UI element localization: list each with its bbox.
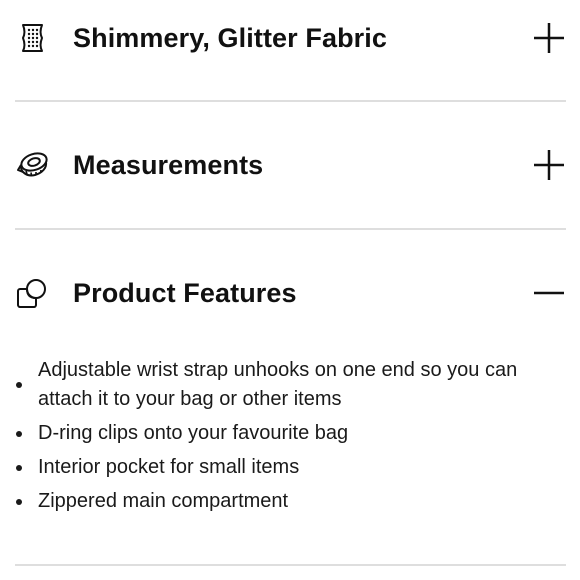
feature-text: Adjustable wrist strap unhooks on one en… <box>38 359 518 410</box>
list-item: Interior pocket for small items <box>15 453 566 482</box>
plus-icon[interactable] <box>532 21 566 55</box>
feature-text: Interior pocket for small items <box>38 456 300 478</box>
accordion-header-fabric[interactable]: Shimmery, Glitter Fabric <box>15 0 566 76</box>
measuring-tape-icon <box>15 147 51 183</box>
bullet-icon <box>16 498 22 505</box>
list-item: D-ring clips onto your favourite bag <box>15 419 566 448</box>
accordion-title-fabric: Shimmery, Glitter Fabric <box>73 22 387 53</box>
bullet-icon <box>16 430 22 437</box>
product-features-list: Adjustable wrist strap unhooks on one en… <box>15 356 566 521</box>
plus-icon[interactable] <box>532 148 566 182</box>
overlapping-shapes-icon <box>15 275 51 311</box>
accordion-header-product-features[interactable]: Product Features <box>15 255 566 331</box>
divider <box>15 228 566 230</box>
feature-text: Zippered main compartment <box>38 490 289 512</box>
bullet-icon <box>16 464 22 471</box>
fabric-icon <box>15 20 51 56</box>
accordion-header-measurements[interactable]: Measurements <box>15 127 566 203</box>
divider <box>15 564 566 566</box>
accordion-title-product-features: Product Features <box>73 277 297 308</box>
minus-icon[interactable] <box>532 276 566 310</box>
accordion-title-measurements: Measurements <box>73 149 264 180</box>
divider <box>15 100 566 102</box>
bullet-icon <box>16 382 22 388</box>
list-item: Zippered main compartment <box>15 487 566 516</box>
list-item: Adjustable wrist strap unhooks on one en… <box>15 356 566 414</box>
feature-text: D-ring clips onto your favourite bag <box>38 422 349 444</box>
